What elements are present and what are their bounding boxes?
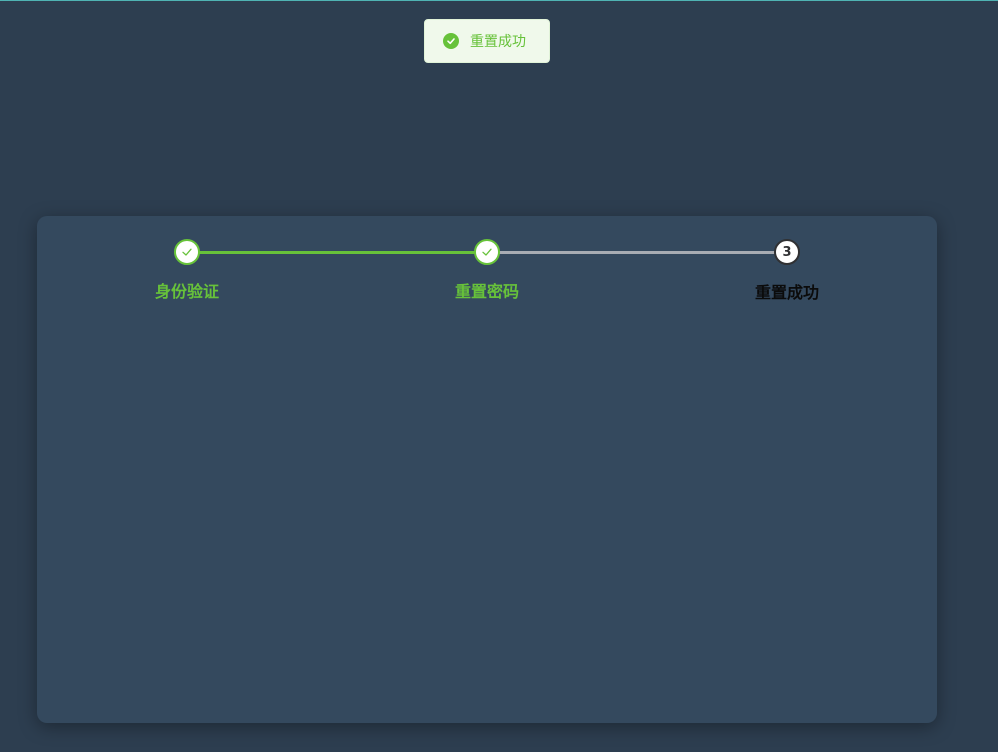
success-toast: 重置成功 (424, 19, 550, 63)
step-connector-2 (487, 251, 787, 254)
toast-message: 重置成功 (470, 34, 526, 50)
step-3-title: 重置成功 (754, 283, 819, 302)
step-connector-1 (187, 251, 487, 254)
step-2-indicator (474, 239, 500, 265)
step-3-number: 3 (782, 244, 792, 260)
success-check-circle-icon (443, 33, 459, 49)
window-top-edge (0, 0, 998, 1)
step-2-title: 重置密码 (454, 282, 519, 301)
step-1-title: 身份验证 (154, 282, 219, 301)
reset-password-card: 3 身份验证 重置密码 重置成功 (37, 216, 937, 723)
step-1-indicator (174, 239, 200, 265)
check-icon (482, 248, 492, 256)
check-icon (182, 248, 192, 256)
step-3-indicator: 3 (774, 239, 800, 265)
